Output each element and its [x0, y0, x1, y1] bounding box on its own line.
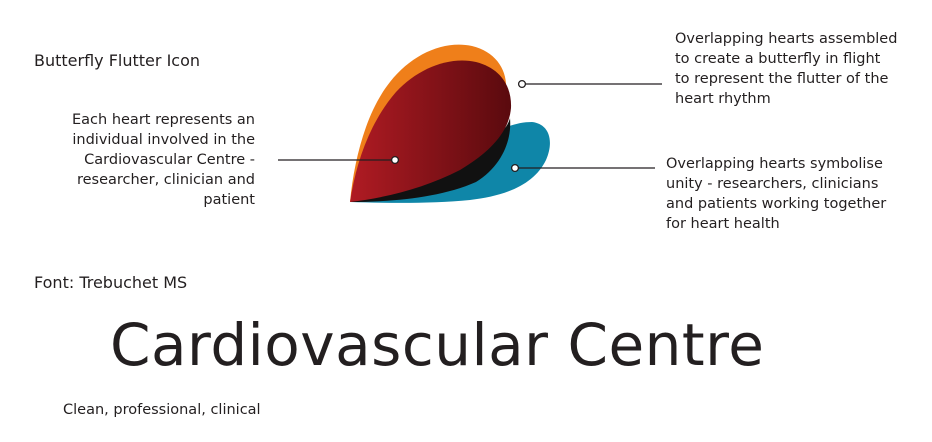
leader-dot-bottom-right	[510, 163, 520, 173]
wordmark-tagline: Clean, professional, clinical	[63, 402, 261, 418]
leader-dot-top-right	[517, 79, 527, 89]
wordmark-title: Cardiovascular Centre	[110, 311, 765, 379]
font-section-label: Font: Trebuchet MS	[34, 273, 188, 292]
leader-dot-left	[390, 155, 400, 165]
